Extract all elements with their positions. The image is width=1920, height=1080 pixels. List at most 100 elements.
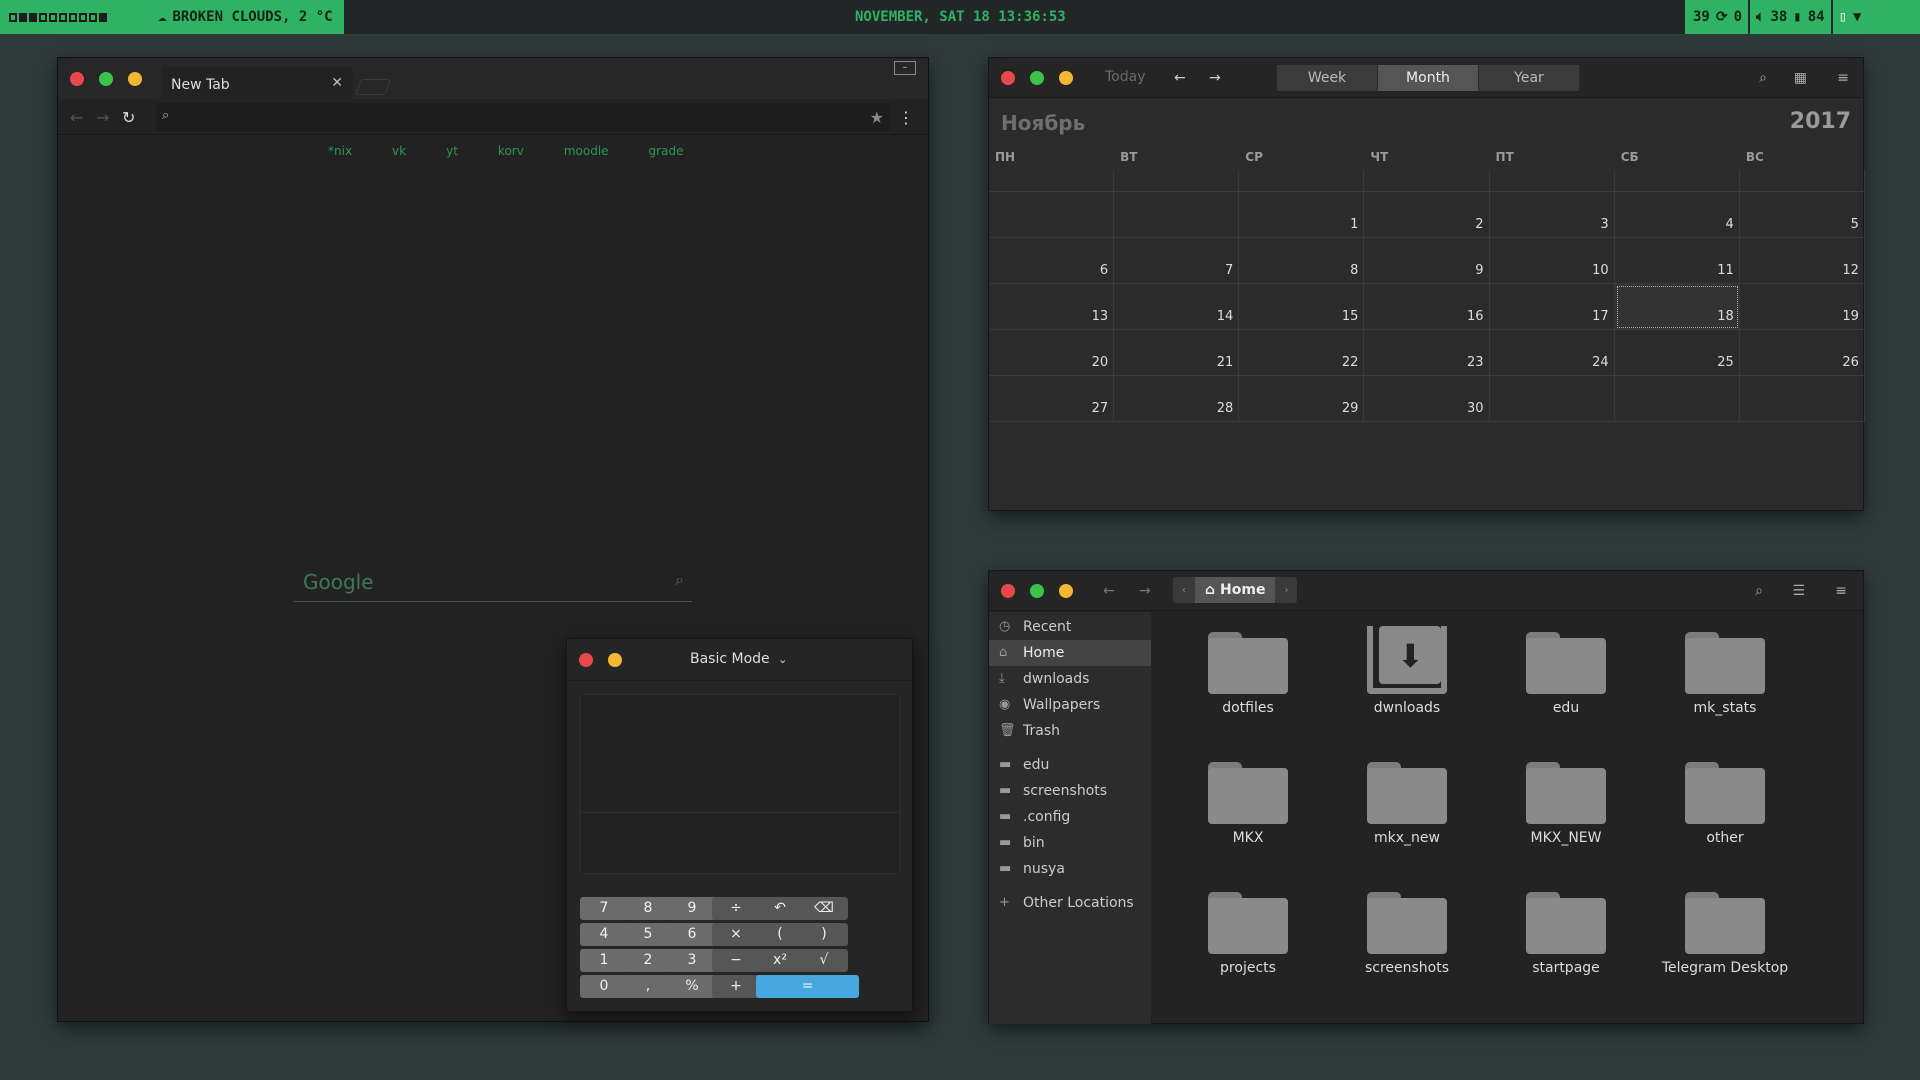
- day-cell[interactable]: 6: [989, 238, 1115, 284]
- day-cell[interactable]: 21: [1114, 330, 1240, 376]
- maximize-button[interactable]: [1030, 71, 1044, 85]
- calc-key[interactable]: 1: [580, 949, 628, 972]
- day-cell[interactable]: 24: [1489, 330, 1615, 376]
- day-cell[interactable]: 9: [1364, 238, 1490, 284]
- window-menu-button[interactable]: –: [894, 61, 916, 75]
- calendar-list-icon[interactable]: ▦: [1794, 70, 1807, 86]
- today-button[interactable]: Today: [1105, 69, 1146, 85]
- day-cell[interactable]: [1239, 170, 1365, 192]
- calc-key[interactable]: 4: [580, 923, 628, 946]
- sidebar-item-recent[interactable]: ◷ Recent: [989, 614, 1151, 640]
- volume-icon[interactable]: 🔈︎: [1756, 9, 1764, 25]
- day-cell[interactable]: 12: [1739, 238, 1865, 284]
- day-cell[interactable]: 22: [1239, 330, 1365, 376]
- folder-item[interactable]: mk_stats: [1650, 626, 1800, 716]
- path-right-arrow-icon[interactable]: ›: [1275, 585, 1297, 596]
- calc-key[interactable]: −: [712, 949, 760, 972]
- menu-icon[interactable]: ≡: [1837, 70, 1849, 86]
- calc-key[interactable]: √: [800, 949, 848, 972]
- bookmark-link-moodle[interactable]: moodle: [564, 144, 609, 158]
- calc-key[interactable]: 5: [624, 923, 672, 946]
- bookmark-link-vk[interactable]: vk: [392, 144, 406, 158]
- workspace-5[interactable]: [49, 12, 57, 22]
- calc-key[interactable]: (: [756, 923, 804, 946]
- day-cell[interactable]: 3: [1489, 192, 1615, 238]
- folder-item[interactable]: mkx_new: [1332, 756, 1482, 846]
- previous-icon[interactable]: ←: [1174, 70, 1186, 86]
- day-cell[interactable]: 19: [1739, 284, 1865, 330]
- sidebar-item-dwnloads[interactable]: ⤓ dwnloads: [989, 666, 1151, 692]
- workspace-2[interactable]: [19, 12, 27, 22]
- path-left-arrow-icon[interactable]: ‹: [1173, 585, 1195, 596]
- day-cell[interactable]: [1114, 192, 1240, 238]
- calc-key[interactable]: 6: [668, 923, 716, 946]
- tab-new-tab[interactable]: New Tab ✕: [161, 67, 353, 99]
- calc-key[interactable]: 3: [668, 949, 716, 972]
- day-cell[interactable]: [1614, 376, 1740, 422]
- folder-item[interactable]: edu: [1491, 626, 1641, 716]
- workspace-4[interactable]: [39, 12, 47, 22]
- workspace-8[interactable]: [79, 12, 87, 22]
- day-cell[interactable]: [1114, 170, 1240, 192]
- workspace-1[interactable]: [9, 12, 17, 22]
- menu-icon[interactable]: ≡: [1835, 583, 1847, 599]
- day-cell[interactable]: 29: [1239, 376, 1365, 422]
- sidebar-item-bin[interactable]: ▬ bin: [989, 830, 1151, 856]
- folder-item[interactable]: Telegram Desktop: [1650, 886, 1800, 976]
- sidebar-item-nusya[interactable]: ▬ nusya: [989, 856, 1151, 882]
- maximize-button[interactable]: [99, 72, 113, 86]
- calc-key[interactable]: =: [756, 975, 859, 998]
- calc-key[interactable]: ×: [712, 923, 760, 946]
- folder-item[interactable]: ⬇ dwnloads: [1332, 626, 1482, 716]
- calc-key[interactable]: 8: [624, 897, 672, 920]
- day-cell[interactable]: 30: [1364, 376, 1490, 422]
- day-cell[interactable]: 4: [1614, 192, 1740, 238]
- workspace-10[interactable]: [99, 12, 107, 22]
- sidebar-item-otherlocations[interactable]: + Other Locations: [989, 890, 1151, 916]
- path-home-button[interactable]: ⌂ Home: [1195, 577, 1276, 603]
- calc-key[interactable]: ÷: [712, 897, 760, 920]
- day-cell[interactable]: 20: [989, 330, 1115, 376]
- reload-icon[interactable]: ↻: [122, 108, 135, 127]
- search-icon[interactable]: ⌕: [1755, 583, 1763, 599]
- sidebar-item-edu[interactable]: ▬ edu: [989, 752, 1151, 778]
- maximize-button[interactable]: [1030, 584, 1044, 598]
- view-week-button[interactable]: Week: [1277, 65, 1378, 91]
- folder-item[interactable]: screenshots: [1332, 886, 1482, 976]
- workspace-7[interactable]: [69, 12, 77, 22]
- bookmark-link-nix[interactable]: *nix: [328, 144, 352, 158]
- bookmark-star-icon[interactable]: ★: [870, 108, 884, 127]
- calc-key[interactable]: ,: [624, 975, 672, 998]
- bookmark-link-korv[interactable]: korv: [498, 144, 524, 158]
- calc-key[interactable]: %: [668, 975, 716, 998]
- calc-key[interactable]: 2: [624, 949, 672, 972]
- day-cell[interactable]: [1364, 170, 1490, 192]
- sidebar-item-wallpapers[interactable]: ◉ Wallpapers: [989, 692, 1151, 718]
- address-bar[interactable]: ⌕: [156, 103, 890, 131]
- sidebar-item-trash[interactable]: 🗑︎ Trash: [989, 718, 1151, 744]
- day-cell[interactable]: 7: [1114, 238, 1240, 284]
- mode-selector[interactable]: Basic Mode ⌄: [690, 651, 787, 667]
- minimize-button[interactable]: [128, 72, 142, 86]
- day-cell[interactable]: 10: [1489, 238, 1615, 284]
- forward-icon[interactable]: →: [96, 108, 109, 127]
- close-button[interactable]: [70, 72, 84, 86]
- day-cell[interactable]: 28: [1114, 376, 1240, 422]
- day-cell[interactable]: 8: [1239, 238, 1365, 284]
- workspace-6[interactable]: [59, 12, 67, 22]
- folder-item[interactable]: dotfiles: [1173, 626, 1323, 716]
- workspace-9[interactable]: [89, 12, 97, 22]
- clipboard-icon[interactable]: ▯: [1839, 9, 1847, 25]
- day-cell[interactable]: 13: [989, 284, 1115, 330]
- day-cell[interactable]: [1489, 376, 1615, 422]
- day-cell[interactable]: [1489, 170, 1615, 192]
- view-month-button[interactable]: Month: [1378, 65, 1479, 91]
- calc-key[interactable]: 0: [580, 975, 628, 998]
- calc-key[interactable]: 7: [580, 897, 628, 920]
- calc-key[interactable]: ⌫: [800, 897, 848, 920]
- folder-item[interactable]: projects: [1173, 886, 1323, 976]
- day-cell[interactable]: 17: [1489, 284, 1615, 330]
- folder-item[interactable]: startpage: [1491, 886, 1641, 976]
- close-button[interactable]: [1001, 71, 1015, 85]
- calc-key[interactable]: x²: [756, 949, 804, 972]
